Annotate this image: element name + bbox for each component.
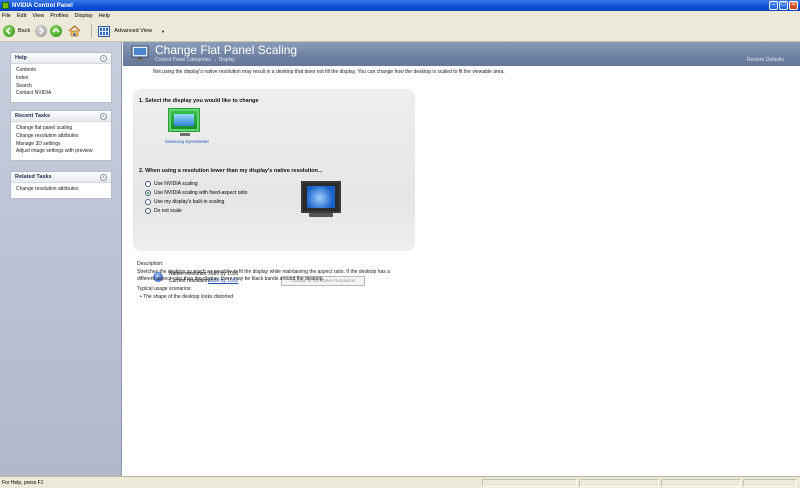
radio-label: Do not scale	[154, 208, 182, 214]
menu-help[interactable]: Help	[99, 13, 110, 19]
related-task-item[interactable]: Change resolution attributes	[16, 186, 106, 194]
description-line: different aspect ratio than the display,…	[137, 276, 324, 282]
display-name: Samsung SyncMaster	[164, 139, 210, 144]
recent-task-item[interactable]: Manage 3D settings	[16, 141, 106, 149]
menu-display[interactable]: Display	[75, 13, 93, 19]
related-tasks-title: Related Tasks	[15, 174, 52, 180]
description-line: Stretches the desktop as much as possibl…	[137, 269, 390, 275]
back-button-label[interactable]: Back	[18, 28, 30, 34]
up-arrow-icon[interactable]	[50, 25, 63, 37]
minimize-button[interactable]: ‒	[769, 1, 778, 10]
advanced-view-button[interactable]: Advanced View	[114, 28, 152, 34]
home-icon[interactable]	[68, 25, 81, 37]
preview-screen	[301, 181, 341, 213]
settings-box: 1. Select the display you would like to …	[133, 89, 415, 286]
forward-arrow-icon[interactable]	[35, 25, 48, 37]
monitor-stand	[180, 133, 190, 136]
related-tasks-header[interactable]: Related Tasks ˄	[11, 172, 111, 183]
recent-tasks-panel: Recent Tasks ˄ Change flat panel scaling…	[10, 110, 112, 162]
chevron-down-icon[interactable]: ▼	[161, 29, 165, 34]
restore-defaults-link[interactable]: Restore Defaults	[747, 57, 784, 63]
help-link-index[interactable]: Index	[16, 75, 106, 83]
task-pane: Help ˄ Contents Index Search Contact NVI…	[0, 42, 122, 476]
intro-text: Not using the display's native resolutio…	[153, 69, 505, 75]
display-settings-icon	[131, 45, 149, 61]
main-content: Change Flat Panel Scaling Control Panel …	[123, 42, 800, 476]
menu-view[interactable]: View	[32, 13, 44, 19]
recent-task-item[interactable]: Change flat panel scaling	[16, 125, 106, 133]
help-link-contact[interactable]: Contact NVIDIA	[16, 90, 106, 98]
step2-heading: 2. When using a resolution lower than my…	[139, 168, 323, 174]
radio-label: Use NVIDIA scaling with fixed-aspect rat…	[154, 190, 248, 196]
menu-bar: File Edit View Profiles Display Help	[0, 11, 800, 21]
bullet-icon: •	[140, 294, 142, 300]
status-text: For Help, press F1	[2, 479, 44, 486]
page-banner: Change Flat Panel Scaling Control Panel …	[123, 42, 800, 66]
page-title: Change Flat Panel Scaling	[155, 43, 298, 57]
radio-button-icon[interactable]	[145, 181, 151, 187]
status-cell	[579, 479, 659, 487]
collapse-icon[interactable]: ˄	[100, 173, 107, 181]
toolbar-separator	[91, 24, 93, 38]
breadcrumb[interactable]: Control Panel Categories → Display	[155, 57, 235, 63]
radio-button-icon[interactable]	[145, 199, 151, 205]
related-tasks-panel: Related Tasks ˄ Change resolution attrib…	[10, 171, 112, 199]
scaling-preview	[301, 181, 341, 219]
back-arrow-icon[interactable]	[3, 25, 15, 37]
title-bar: NVIDIA Control Panel ‒ □ ×	[0, 0, 800, 11]
usage-item-text: The shape of the desktop looks distorted	[143, 294, 234, 300]
collapse-icon[interactable]: ˄	[100, 112, 107, 120]
status-cell	[661, 479, 741, 487]
nvidia-app-icon	[2, 2, 9, 9]
close-button[interactable]: ×	[789, 1, 798, 10]
menu-edit[interactable]: Edit	[17, 13, 26, 19]
recent-task-item[interactable]: Adjust image settings with preview	[16, 148, 106, 156]
recent-tasks-title: Recent Tasks	[15, 113, 51, 119]
collapse-icon[interactable]: ˄	[100, 54, 107, 62]
display-selector-tile[interactable]: Samsung SyncMaster	[163, 107, 209, 147]
help-link-contents[interactable]: Contents	[16, 67, 106, 75]
help-link-search[interactable]: Search	[16, 83, 106, 91]
status-bar: For Help, press F1	[0, 476, 800, 488]
help-panel-title: Help	[15, 55, 27, 61]
step1-heading: 1. Select the display you would like to …	[139, 98, 259, 104]
radio-display-scaling[interactable]: Use my display's built-in scaling	[145, 199, 224, 205]
radio-fixed-aspect[interactable]: Use NVIDIA scaling with fixed-aspect rat…	[145, 190, 247, 196]
help-panel-header[interactable]: Help ˄	[11, 53, 111, 64]
radio-label: Use NVIDIA scaling	[154, 181, 198, 187]
status-cell	[482, 479, 577, 487]
advanced-view-icon[interactable]	[98, 25, 111, 37]
radio-button-icon[interactable]	[145, 190, 151, 196]
recent-tasks-header[interactable]: Recent Tasks ˄	[11, 111, 111, 122]
description-title: Description:	[137, 261, 164, 267]
menu-file[interactable]: File	[2, 13, 11, 19]
maximize-button[interactable]: □	[779, 1, 788, 10]
radio-label: Use my display's built-in scaling	[154, 199, 225, 205]
usage-item: • The shape of the desktop looks distort…	[140, 294, 233, 300]
radio-button-icon[interactable]	[145, 208, 151, 214]
toolbar: Back Advanced View ▼	[0, 21, 800, 42]
window-controls: ‒ □ ×	[769, 1, 798, 10]
menu-profiles[interactable]: Profiles	[50, 13, 68, 19]
preview-base	[309, 213, 333, 217]
window-title: NVIDIA Control Panel	[12, 2, 73, 9]
monitor-icon	[169, 109, 199, 131]
usage-title: Typical usage scenarios:	[137, 286, 192, 292]
radio-do-not-scale[interactable]: Do not scale	[145, 208, 182, 214]
help-panel: Help ˄ Contents Index Search Contact NVI…	[10, 52, 112, 104]
status-cell	[743, 479, 797, 487]
radio-nvidia-scaling[interactable]: Use NVIDIA scaling	[145, 181, 198, 187]
recent-task-item[interactable]: Change resolution attributes	[16, 133, 106, 141]
